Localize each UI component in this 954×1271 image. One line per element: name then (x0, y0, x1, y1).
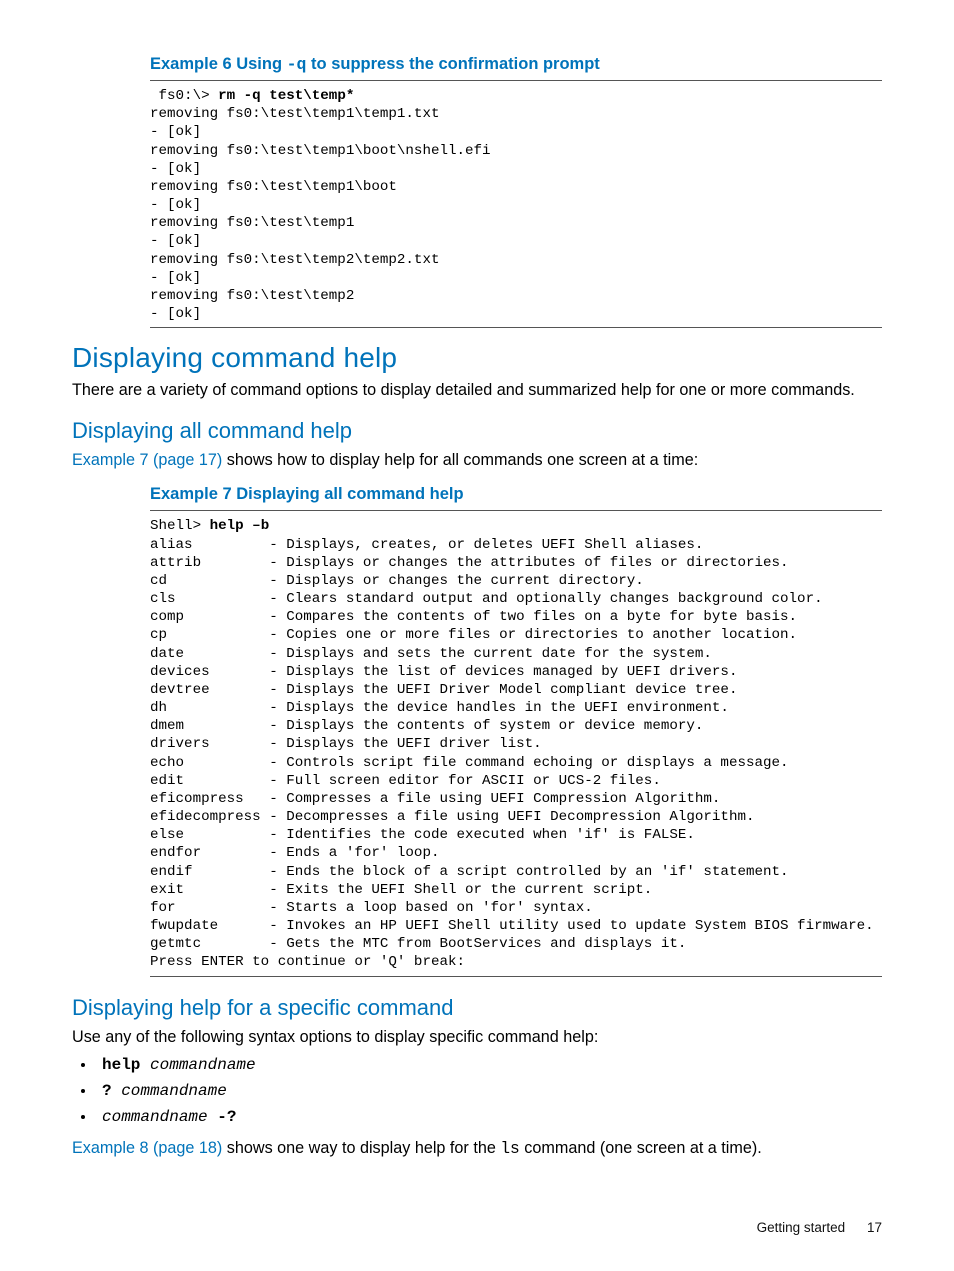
para-after-list: Example 8 (page 18) shows one way to dis… (72, 1138, 882, 1161)
list-item: ? commandname (96, 1080, 882, 1106)
example-6: Example 6 Using -q to suppress the confi… (150, 55, 882, 328)
footer-label: Getting started (757, 1220, 846, 1235)
example-7: Example 7 Displaying all command help Sh… (150, 485, 882, 976)
syntax-options-list: help commandname? commandnamecommandname… (72, 1054, 882, 1132)
footer-page-number: 17 (867, 1220, 882, 1235)
example-6-output: removing fs0:\test\temp1\temp1.txt - [ok… (150, 106, 491, 322)
syntax-prefix: help (102, 1056, 150, 1074)
example-6-top-rule (150, 80, 882, 81)
example-7-title: Example 7 Displaying all command help (150, 485, 882, 504)
page-footer: Getting started 17 (757, 1220, 882, 1235)
para-displaying-all: Example 7 (page 17) shows how to display… (72, 450, 882, 472)
heading-displaying-all-command-help: Displaying all command help (72, 418, 882, 444)
syntax-commandname: commandname (150, 1056, 256, 1074)
para-displaying-command-help: There are a variety of command options t… (72, 380, 882, 402)
code-ls: ls (500, 1140, 519, 1158)
syntax-commandname: commandname (102, 1108, 208, 1126)
para-displaying-all-tail: shows how to display help for all comman… (222, 451, 698, 469)
link-example-7[interactable]: Example 7 (page 17) (72, 451, 222, 469)
example-7-top-rule (150, 510, 882, 511)
heading-displaying-specific: Displaying help for a specific command (72, 995, 882, 1021)
example-6-cmd: rm -q test\temp* (218, 88, 354, 104)
list-item: help commandname (96, 1054, 882, 1080)
example-7-code: Shell> help –b alias - Displays, creates… (150, 517, 882, 971)
link-example-8[interactable]: Example 8 (page 18) (72, 1139, 222, 1157)
example-6-title: Example 6 Using -q to suppress the confi… (150, 55, 882, 74)
example-6-prompt: fs0:\> (150, 88, 218, 104)
syntax-commandname: commandname (121, 1082, 227, 1100)
syntax-suffix: -? (208, 1108, 237, 1126)
syntax-prefix: ? (102, 1082, 121, 1100)
page: Example 6 Using -q to suppress the confi… (0, 0, 954, 1271)
para-displaying-specific: Use any of the following syntax options … (72, 1027, 882, 1049)
example-6-title-prefix: Example 6 Using (150, 55, 287, 73)
example-7-bottom-rule (150, 976, 882, 977)
example-6-title-suffix: to suppress the confirmation prompt (306, 55, 599, 73)
heading-displaying-command-help: Displaying command help (72, 342, 882, 374)
example-6-code: fs0:\> rm -q test\temp* removing fs0:\te… (150, 87, 882, 323)
list-item: commandname -? (96, 1106, 882, 1132)
example-6-title-code: -q (287, 55, 307, 74)
para-after-mid: shows one way to display help for the (222, 1139, 500, 1157)
example-6-bottom-rule (150, 327, 882, 328)
para-after-tail: command (one screen at a time). (520, 1139, 762, 1157)
